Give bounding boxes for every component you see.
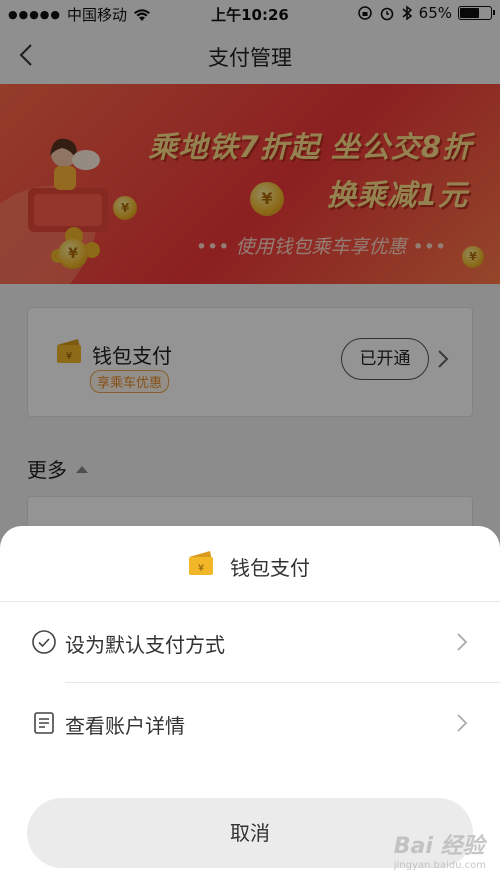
set-default-payment-option[interactable]: 设为默认支付方式 [0,602,500,682]
watermark-text: Bai 经验 [393,834,485,859]
watermark-sub: jingyan.baidu.com [393,860,486,871]
check-circle-icon [32,630,56,654]
sheet-header: ¥ 钱包支付 [0,526,500,602]
option-label: 查看账户详情 [65,714,185,738]
wallet-icon: ¥ [189,551,213,575]
document-icon [34,712,54,734]
watermark: Bai 经验 jingyan.baidu.com [394,828,486,871]
chevron-right-icon [457,633,468,651]
view-account-details-option[interactable]: 查看账户详情 [0,683,500,763]
sheet-title: 钱包支付 [230,556,310,580]
svg-text:¥: ¥ [198,563,204,574]
chevron-right-icon [457,714,468,732]
option-label: 设为默认支付方式 [65,633,225,657]
